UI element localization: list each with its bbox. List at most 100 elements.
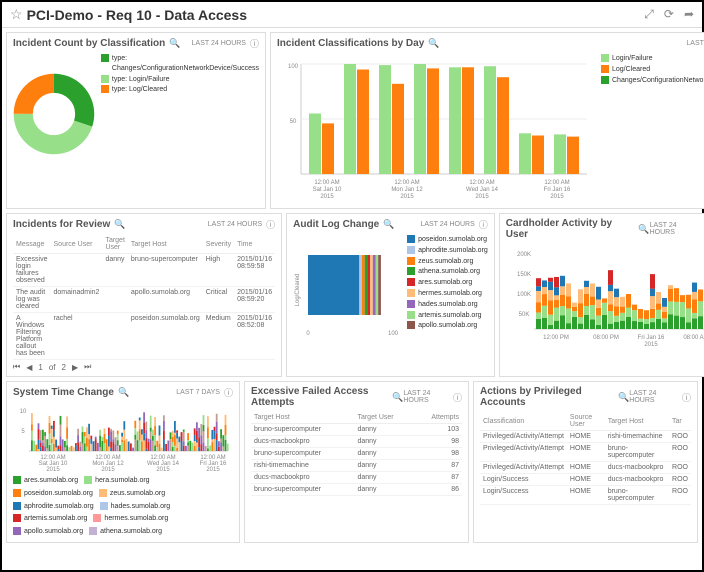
info-icon[interactable]: ⓘ bbox=[250, 37, 259, 50]
time-label: Last 7 Days bbox=[176, 389, 220, 396]
svg-text:150K: 150K bbox=[517, 272, 531, 278]
legend: ares.sumolab.orghera.sumolab.orgposeidon… bbox=[13, 476, 233, 538]
failed-access-table: Target HostTarget UserAttemptsbruno-supe… bbox=[251, 412, 462, 496]
time-label: Last 24 Hours bbox=[192, 40, 246, 47]
priv-accounts-table: ClassificationSource UserTarget HostTarP… bbox=[480, 412, 691, 505]
svg-text:10: 10 bbox=[20, 409, 27, 415]
panel-audit-log: Audit Log Change 🔍 Last 24 Hours ⓘ 0100 Log… bbox=[286, 213, 495, 377]
next-icon[interactable]: ▶ bbox=[72, 363, 78, 372]
table-row[interactable]: ducs-macbookprodanny98 bbox=[251, 436, 462, 448]
panel-title: Incidents for Review bbox=[13, 219, 110, 230]
table-row[interactable]: bruno-supercomputerdanny98 bbox=[251, 448, 462, 460]
svg-text:2015: 2015 bbox=[46, 467, 60, 473]
refresh-icon[interactable]: ⟳ bbox=[664, 7, 674, 22]
svg-text:Fri Jan 16: Fri Jan 16 bbox=[637, 335, 664, 341]
panel-failed-access: Excessive Failed Access Attempts 🔍Last 24… bbox=[244, 381, 469, 543]
search-icon[interactable]: 🔍 bbox=[114, 219, 125, 230]
last-icon[interactable]: ⏭ bbox=[84, 362, 91, 372]
donut-chart bbox=[13, 54, 95, 174]
panel-incident-by-day: Incident Classifications by Day 🔍 Last 7… bbox=[270, 32, 704, 209]
search-icon[interactable]: 🔍 bbox=[638, 224, 649, 235]
page-title: PCI-Demo - Req 10 - Data Access bbox=[27, 7, 645, 23]
time-label: Last 7 Days bbox=[686, 40, 704, 47]
svg-text:100: 100 bbox=[288, 64, 299, 70]
svg-text:100K: 100K bbox=[517, 292, 531, 298]
svg-text:2015: 2015 bbox=[550, 194, 564, 200]
info-icon[interactable]: ⓘ bbox=[479, 218, 488, 231]
table-row[interactable]: The audit log was cleareddomainadmin2apo… bbox=[13, 287, 275, 313]
stacked-bar-chart: 105 12:00 AMSat Jan 102015 12:00 AMMon J… bbox=[13, 403, 233, 473]
svg-text:Sat Jan 10: Sat Jan 10 bbox=[313, 187, 342, 193]
svg-text:12:00 AM: 12:00 AM bbox=[314, 180, 339, 186]
panel-title: Cardholder Activity by User bbox=[506, 218, 635, 240]
page-header: ☆ PCI-Demo - Req 10 - Data Access ⤢ ⟳ ➦ bbox=[2, 2, 702, 28]
expand-icon[interactable]: ⤢ bbox=[644, 7, 654, 22]
legend: type: Changes/ConfigurationNetworkDevice… bbox=[101, 54, 259, 174]
exit-icon[interactable]: ➦ bbox=[684, 7, 694, 22]
svg-text:Mon Jan 12: Mon Jan 12 bbox=[391, 187, 423, 193]
svg-text:200K: 200K bbox=[517, 252, 531, 258]
panel-title: System Time Change bbox=[13, 387, 114, 398]
legend: poseidon.sumolab.orgaphrodite.sumolab.or… bbox=[407, 235, 488, 345]
svg-text:Wed Jan 14: Wed Jan 14 bbox=[466, 187, 499, 193]
svg-text:12:00 AM: 12:00 AM bbox=[544, 180, 569, 186]
first-icon[interactable]: ⏮ bbox=[13, 362, 20, 372]
search-icon[interactable]: 🔍 bbox=[428, 38, 439, 49]
panel-priv-accounts: Actions by Privileged Accounts 🔍Last 24 H… bbox=[473, 381, 698, 543]
svg-text:12:00 PM: 12:00 PM bbox=[543, 335, 569, 341]
svg-text:12:00 AM: 12:00 AM bbox=[394, 180, 419, 186]
time-label: Last 24 Hours bbox=[420, 221, 474, 228]
hbar-chart: 0100 Log/Cleared Orig. Classification bbox=[293, 235, 403, 345]
svg-text:2015: 2015 bbox=[475, 194, 489, 200]
table-row[interactable]: bruno-supercomputerdanny103 bbox=[251, 424, 462, 436]
search-icon[interactable]: 🔍 bbox=[169, 38, 180, 49]
table-row[interactable]: Login/SuccessHOMEducs-macbookproROO bbox=[480, 474, 691, 486]
info-icon[interactable]: ⓘ bbox=[224, 386, 233, 399]
table-row[interactable]: Privileged/Activity/AttemptHOMEbruno-sup… bbox=[480, 443, 691, 462]
svg-text:Fri Jan 16: Fri Jan 16 bbox=[544, 187, 571, 193]
table-row[interactable]: Login/SuccessHOMEbruno-supercomputerROO bbox=[480, 486, 691, 505]
search-icon[interactable]: 🔍 bbox=[392, 392, 403, 403]
info-icon[interactable]: ⓘ bbox=[682, 391, 691, 404]
svg-text:2015: 2015 bbox=[644, 342, 658, 348]
table-row[interactable]: Excessive login failures observeddannybr… bbox=[13, 254, 275, 287]
time-label: Last 24 Hours bbox=[629, 390, 678, 404]
time-label: Last 24 Hours bbox=[650, 222, 703, 236]
legend: Login/Failure Log/Cleared Changes/Config… bbox=[601, 54, 704, 204]
table-row[interactable]: ducs-macbookprodanny87 bbox=[251, 472, 462, 484]
table-row[interactable]: Privileged/Activity/AttemptHOMErishi-tim… bbox=[480, 431, 691, 443]
incidents-table: MessageSource UserTarget UserTarget Host… bbox=[13, 235, 275, 360]
svg-text:2015: 2015 bbox=[101, 467, 115, 473]
svg-text:Log/Cleared: Log/Cleared bbox=[295, 274, 301, 307]
prev-icon[interactable]: ◀ bbox=[26, 363, 32, 372]
svg-text:0: 0 bbox=[306, 331, 310, 337]
pager[interactable]: ⏮◀ 1of2 ▶⏭ bbox=[13, 362, 275, 372]
table-row[interactable]: bruno-supercomputerdanny86 bbox=[251, 484, 462, 496]
svg-text:2015: 2015 bbox=[156, 467, 170, 473]
panel-title: Incident Count by Classification bbox=[13, 38, 165, 49]
search-icon[interactable]: 🔍 bbox=[618, 392, 629, 403]
panel-title: Actions by Privileged Accounts bbox=[480, 386, 614, 408]
search-icon[interactable]: 🔍 bbox=[118, 387, 129, 398]
svg-text:12:00 AM: 12:00 AM bbox=[469, 180, 494, 186]
panel-title: Audit Log Change bbox=[293, 219, 379, 230]
time-label: Last 24 Hours bbox=[208, 221, 262, 228]
time-label: Last 24 Hours bbox=[403, 390, 449, 404]
table-row[interactable]: A Windows Filtering Platform callout has… bbox=[13, 313, 275, 360]
favorite-star[interactable]: ☆ bbox=[10, 6, 23, 23]
table-row[interactable]: Privileged/Activity/AttemptHOMEducs-macb… bbox=[480, 462, 691, 474]
info-icon[interactable]: ⓘ bbox=[266, 218, 275, 231]
table-row[interactable]: rishi-timemachinedanny87 bbox=[251, 460, 462, 472]
panel-incident-count: Incident Count by Classification 🔍 Last … bbox=[6, 32, 266, 209]
svg-text:2015: 2015 bbox=[400, 194, 414, 200]
panel-incidents-review: Incidents for Review 🔍 Last 24 Hours ⓘ Mess… bbox=[6, 213, 282, 377]
bar-chart: 100 50 12:00 AMSat Jan 102015 12:00 AMMo… bbox=[277, 54, 597, 204]
svg-text:08:00 PM: 08:00 PM bbox=[593, 335, 619, 341]
panel-cardholder: Cardholder Activity by User🔍Last 24 Hour… bbox=[499, 213, 704, 377]
info-icon[interactable]: ⓘ bbox=[453, 391, 462, 404]
panel-title: Excessive Failed Access Attempts bbox=[251, 386, 388, 408]
panel-system-time: System Time Change🔍Last 7 Daysⓘ 105 12:0… bbox=[6, 381, 240, 543]
svg-text:08:00 AM: 08:00 AM bbox=[683, 335, 704, 341]
svg-text:2015: 2015 bbox=[320, 194, 334, 200]
search-icon[interactable]: 🔍 bbox=[383, 219, 394, 230]
